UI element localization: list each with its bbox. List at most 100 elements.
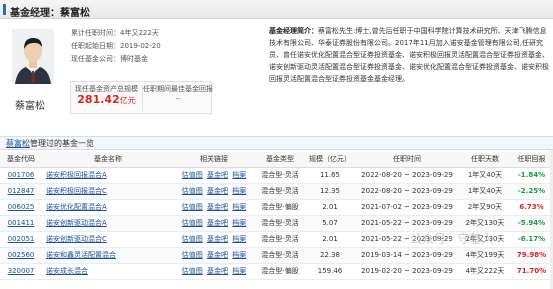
valuation-chart-link[interactable]: 估值图	[182, 267, 203, 275]
fund-tenure-period: 2022-08-20 ~ 2023-09-29	[354, 167, 460, 184]
fund-tenure-days: 2年又90天	[460, 199, 510, 216]
col-header-name[interactable]: 基金名称	[42, 152, 174, 168]
fund-code-link[interactable]: 001706	[0, 167, 42, 184]
fund-scale: 11.65	[306, 167, 354, 184]
fund-forum-link[interactable]: 基金吧	[207, 267, 228, 275]
fund-code-link[interactable]: 012847	[0, 183, 42, 200]
table-row[interactable]: 012847 诺安积极回报混合C 估值图 基金吧 档案 混合型-灵活 12.35 2022…	[0, 183, 553, 200]
valuation-chart-link[interactable]: 估值图	[182, 171, 203, 179]
fund-related-links: 估值图 基金吧 档案	[174, 231, 254, 248]
fund-tenure-days: 1年又40天	[460, 167, 510, 184]
fund-code-link[interactable]: 006025	[0, 199, 42, 216]
fund-name-link[interactable]: 诺安积极回报混合A	[42, 167, 174, 184]
table-row[interactable]: 001706 诺安积极回报混合A 估值图 基金吧 档案 混合型-灵活 11.65 2022…	[0, 167, 553, 184]
manager-header-bar: 基金经理：蔡富松	[0, 0, 553, 19]
fund-scale: 12.35	[306, 183, 354, 200]
valuation-chart-link[interactable]: 估值图	[182, 187, 203, 195]
table-row[interactable]: 001411 诺安创新驱动混合A 估值图 基金吧 档案 混合型-灵活 5.07 2021-…	[0, 215, 553, 232]
fund-scale: 159.46	[306, 263, 354, 280]
fund-name-link[interactable]: 诺安积极回报混合C	[42, 183, 174, 200]
fund-tenure-days: 4年又199天	[460, 247, 510, 264]
manager-name: 蔡富松	[15, 101, 45, 112]
fund-tenure-days: 1年又40天	[460, 183, 510, 200]
fund-type: 混合型-灵活	[254, 183, 306, 200]
fund-archive-link[interactable]: 档案	[232, 235, 246, 243]
kpi-scale-unit: 亿元	[119, 96, 136, 105]
fund-archive-link[interactable]: 档案	[232, 267, 246, 275]
col-header-return[interactable]: 任职回报	[510, 152, 553, 168]
fund-type: 混合型-灵活	[254, 231, 306, 248]
fund-scale: 22.38	[306, 247, 354, 264]
fund-tenure-return: 6.73%	[510, 199, 553, 216]
col-header-code[interactable]: 基金代码	[0, 152, 42, 168]
fund-tenure-return: -1.84%	[510, 167, 553, 184]
fund-name-link[interactable]: 诺安成长混合	[42, 263, 174, 280]
table-row[interactable]: 006025 诺安优化配置混合A 估值图 基金吧 档案 混合型-偏股 2.01 2021-…	[0, 199, 553, 216]
table-row[interactable]: 002560 诺安和鑫灵活配置混合 估值图 基金吧 档案 混合型-灵活 22.38 201…	[0, 247, 553, 264]
fund-forum-link[interactable]: 基金吧	[207, 203, 228, 211]
fund-name-link[interactable]: 诺安和鑫灵活配置混合	[42, 247, 174, 264]
col-header-links: 相关链接	[174, 152, 254, 168]
fund-tenure-period: 2021-07-02 ~ 2023-09-29	[354, 199, 460, 216]
fund-archive-link[interactable]: 档案	[232, 187, 246, 195]
fund-tenure-days: 4年又222天	[460, 263, 510, 280]
fund-archive-link[interactable]: 档案	[232, 203, 246, 211]
stat-tenure: 累计任职时间：4年又222天	[71, 29, 159, 37]
fund-code-link[interactable]: 001411	[0, 215, 42, 232]
stat-start-date: 任职起始日期：2019-02-20	[71, 42, 161, 50]
valuation-chart-link[interactable]: 估值图	[182, 251, 203, 259]
fund-tenure-period: 2019-02-20 ~ 2023-09-29	[354, 263, 460, 280]
fund-tenure-return: -2.25%	[510, 183, 553, 200]
fund-tenure-return: -5.94%	[510, 215, 553, 232]
fund-code-link[interactable]: 320007	[0, 263, 42, 280]
col-header-type[interactable]: 基金类型	[254, 152, 306, 168]
col-header-scale[interactable]: 规模（亿元）	[306, 152, 354, 168]
intro-label: 基金经理简介：	[269, 27, 318, 35]
stat-company: 现任基金公司：博时基金	[71, 55, 148, 63]
fund-name-link[interactable]: 诺安创新驱动混合C	[42, 231, 174, 248]
fund-tenure-return: -6.17%	[510, 231, 553, 248]
fund-forum-link[interactable]: 基金吧	[207, 219, 228, 227]
valuation-chart-link[interactable]: 估值图	[182, 203, 203, 211]
fund-tenure-return: 79.98%	[510, 247, 553, 264]
valuation-chart-link[interactable]: 估值图	[182, 235, 203, 243]
intro-text: 蔡富松先生:博士,曾先后任职于中国科学院计算技术研究所、天津飞腾信息技术有限公司…	[269, 27, 549, 83]
page-title: 基金经理：蔡富松	[10, 8, 90, 19]
fund-code-link[interactable]: 002051	[0, 231, 42, 248]
fund-related-links: 估值图 基金吧 档案	[174, 263, 254, 280]
fund-tenure-period: 2022-08-20 ~ 2023-09-29	[354, 183, 460, 200]
col-header-days[interactable]: 任职天数	[460, 152, 510, 168]
funds-section-title: 蔡富松管理过的基金一览	[6, 138, 94, 149]
fund-forum-link[interactable]: 基金吧	[207, 251, 228, 259]
fund-type: 混合型-偏股	[254, 199, 306, 216]
table-row[interactable]: 320007 诺安成长混合 估值图 基金吧 档案 混合型-偏股 159.46 2019-0…	[0, 263, 553, 280]
fund-forum-link[interactable]: 基金吧	[207, 235, 228, 243]
fund-tenure-period: 2021-05-22 ~ 2023-09-29	[354, 215, 460, 232]
fund-related-links: 估值图 基金吧 档案	[174, 183, 254, 200]
fund-name-link[interactable]: 诺安优化配置混合A	[42, 199, 174, 216]
kpi-scale-value: 281.42	[77, 93, 120, 106]
kpi-best-label: 任职期间最佳基金回报	[143, 85, 213, 93]
kpi-best-value: --	[175, 95, 181, 103]
col-header-period[interactable]: 任职时间	[354, 152, 460, 168]
watermark-text: 公众号 · 守基人	[410, 232, 494, 246]
fund-tenure-return: 71.70%	[510, 263, 553, 280]
fund-scale: 2.01	[306, 231, 354, 248]
fund-forum-link[interactable]: 基金吧	[207, 187, 228, 195]
fund-code-link[interactable]: 002560	[0, 247, 42, 264]
manager-name-link[interactable]: 蔡富松	[6, 139, 30, 148]
header-accent-bar	[3, 4, 6, 15]
valuation-chart-link[interactable]: 估值图	[182, 219, 203, 227]
fund-related-links: 估值图 基金吧 档案	[174, 199, 254, 216]
fund-archive-link[interactable]: 档案	[232, 171, 246, 179]
fund-forum-link[interactable]: 基金吧	[207, 171, 228, 179]
kpi-scale-label: 现任基金资产总规模	[75, 85, 138, 93]
fund-tenure-days: 2年又130天	[460, 215, 510, 232]
fund-name-link[interactable]: 诺安创新驱动混合A	[42, 215, 174, 232]
fund-archive-link[interactable]: 档案	[232, 251, 246, 259]
fund-archive-link[interactable]: 档案	[232, 219, 246, 227]
fund-scale: 5.07	[306, 215, 354, 232]
fund-tenure-period: 2019-03-14 ~ 2023-09-29	[354, 247, 460, 264]
fund-type: 混合型-偏股	[254, 263, 306, 280]
fund-scale: 2.01	[306, 199, 354, 216]
